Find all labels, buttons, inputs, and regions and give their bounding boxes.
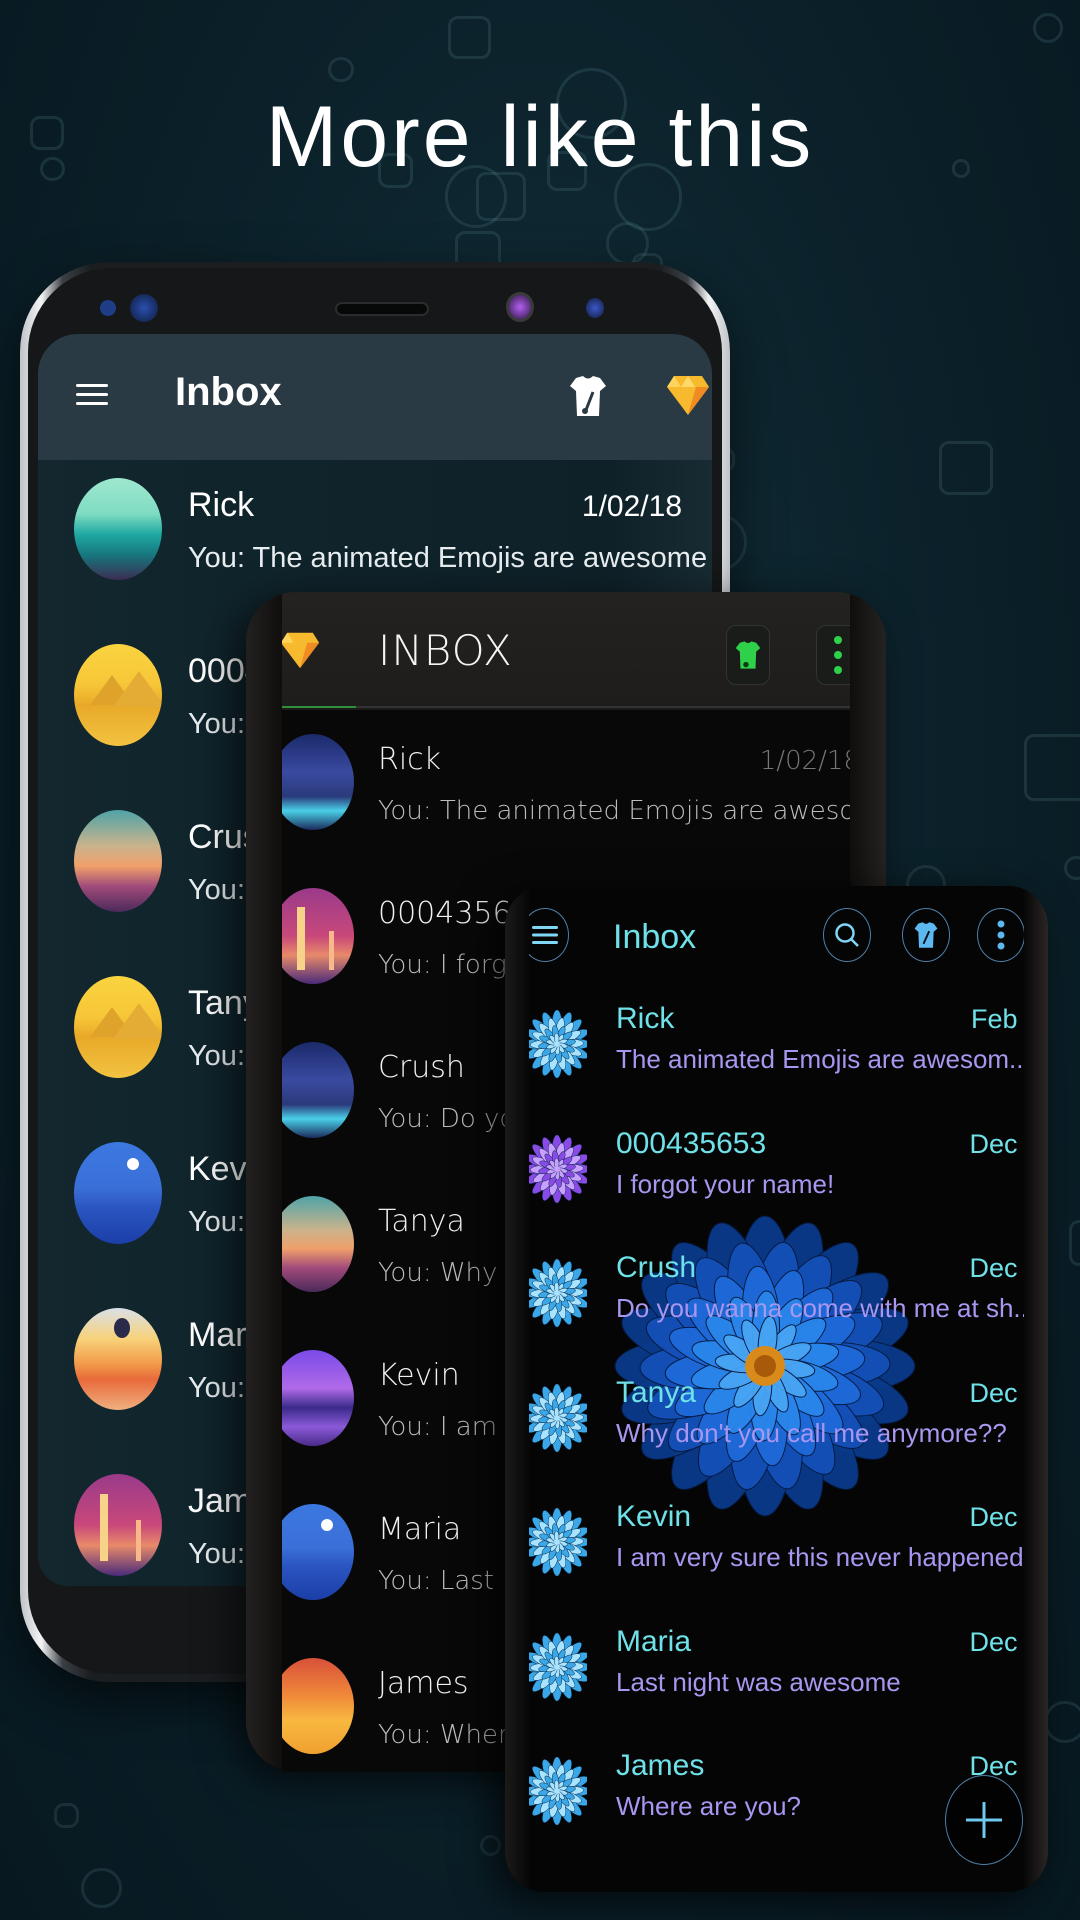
avatar xyxy=(74,1474,162,1576)
curved-edge xyxy=(246,592,282,1772)
avatar xyxy=(272,1350,354,1446)
premium-diamond-icon[interactable] xyxy=(666,374,710,421)
contact-name: 000435653 xyxy=(616,1126,767,1160)
message-preview: Where are you? xyxy=(616,1791,801,1821)
conversation-list: Rick Feb 1 The animated Emojis are aweso… xyxy=(505,986,1048,1892)
earpiece-speaker xyxy=(335,302,429,316)
avatar xyxy=(522,1506,592,1578)
front-camera xyxy=(130,294,158,322)
avatar xyxy=(522,1133,592,1205)
contact-name: Maria xyxy=(616,1624,692,1658)
contact-name: Kevin xyxy=(616,1500,692,1533)
contact-name: Crush xyxy=(616,1251,697,1284)
avatar xyxy=(272,1196,354,1292)
message-date: 1/02/18 xyxy=(759,746,860,776)
avatar xyxy=(74,478,162,580)
avatar xyxy=(272,1042,354,1138)
message-date: 1/02/18 xyxy=(581,490,682,523)
more-options-button[interactable] xyxy=(977,908,1025,962)
app-title: Inbox xyxy=(175,370,282,414)
message-preview: Last night was awesome xyxy=(616,1666,901,1697)
message-preview: Do you wanna come with me at sh... xyxy=(616,1293,1036,1323)
avatar xyxy=(272,1658,354,1754)
curved-edge xyxy=(1024,886,1048,1892)
avatar xyxy=(74,644,162,746)
premium-diamond-icon[interactable] xyxy=(280,630,320,675)
avatar xyxy=(272,1504,354,1600)
message-preview: I forgot your name! xyxy=(616,1168,835,1199)
more-vert-icon xyxy=(834,636,842,674)
contact-name: Crush xyxy=(378,1050,465,1085)
conversation-item[interactable]: 000435653 Dec 4 I forgot your name! xyxy=(505,1111,1048,1235)
sensor-dot xyxy=(100,300,116,316)
contact-name: Maria xyxy=(378,1512,462,1547)
avatar xyxy=(74,1308,162,1410)
conversation-item[interactable]: Rick Feb 1 The animated Emojis are aweso… xyxy=(505,986,1048,1110)
phone-blue-flower-theme: Inbox Rick Feb 1 The animated Emojis are… xyxy=(505,886,1048,1892)
message-preview: You: The animated Emojis are awesome to.… xyxy=(378,796,886,826)
sensor-dot xyxy=(586,298,604,318)
avatar xyxy=(522,1755,592,1827)
avatar xyxy=(272,888,354,984)
avatar xyxy=(74,976,162,1078)
theme-shirt-button[interactable] xyxy=(726,625,770,685)
conversation-item[interactable]: Maria Dec 4 Last night was awesome xyxy=(505,1609,1048,1733)
contact-name: Rick xyxy=(378,742,442,777)
headline: More like this xyxy=(265,89,815,185)
avatar xyxy=(74,1142,162,1244)
conversation-item[interactable]: Kevin Dec 4 I am very sure this never ha… xyxy=(505,1484,1048,1608)
theme-button[interactable] xyxy=(902,908,950,962)
contact-name: Rick xyxy=(188,486,255,524)
message-preview: You: The animated Emojis are awesome too… xyxy=(188,542,712,574)
more-vert-icon xyxy=(997,920,1005,950)
conversation-item[interactable]: Tanya Dec 4 Why don't you call me anymor… xyxy=(505,1360,1048,1484)
avatar xyxy=(522,1631,592,1703)
message-preview: I am very sure this never happened... xyxy=(616,1542,1046,1572)
contact-name: Kevin xyxy=(378,1358,460,1393)
contact-name: James xyxy=(616,1749,705,1782)
message-preview: Why don't you call me anymore?? xyxy=(616,1417,1007,1448)
theme-shirt-icon xyxy=(735,641,761,669)
theme-shirt-icon xyxy=(914,922,938,948)
conversation-item[interactable]: Rick 1/02/18 You: The animated Emojis ar… xyxy=(246,710,886,864)
hamburger-menu-icon[interactable] xyxy=(76,384,108,406)
app-bar: INBOX xyxy=(246,592,886,708)
app-bar: Inbox xyxy=(38,334,712,460)
contact-name: James xyxy=(378,1666,469,1701)
curved-edge xyxy=(505,886,529,1892)
conversation-item[interactable]: Crush Dec 4 Do you wanna come with me at… xyxy=(505,1235,1048,1359)
plus-icon xyxy=(966,1802,1002,1838)
avatar xyxy=(522,1257,592,1329)
avatar xyxy=(522,1382,592,1454)
search-icon xyxy=(835,923,859,947)
app-title: Inbox xyxy=(613,918,697,956)
app-title: INBOX xyxy=(378,626,513,675)
contact-name: Tanya xyxy=(616,1375,697,1409)
avatar xyxy=(74,810,162,912)
message-preview: The animated Emojis are awesom... xyxy=(616,1044,1031,1074)
new-message-fab[interactable] xyxy=(945,1775,1023,1865)
avatar xyxy=(272,734,354,830)
iris-scanner xyxy=(506,292,534,322)
avatar xyxy=(522,1008,592,1080)
contact-name: Tanya xyxy=(378,1204,465,1239)
menu-icon xyxy=(532,926,558,944)
contact-name: Rick xyxy=(616,1002,675,1035)
theme-shirt-icon[interactable] xyxy=(568,374,608,423)
search-button[interactable] xyxy=(823,908,871,962)
